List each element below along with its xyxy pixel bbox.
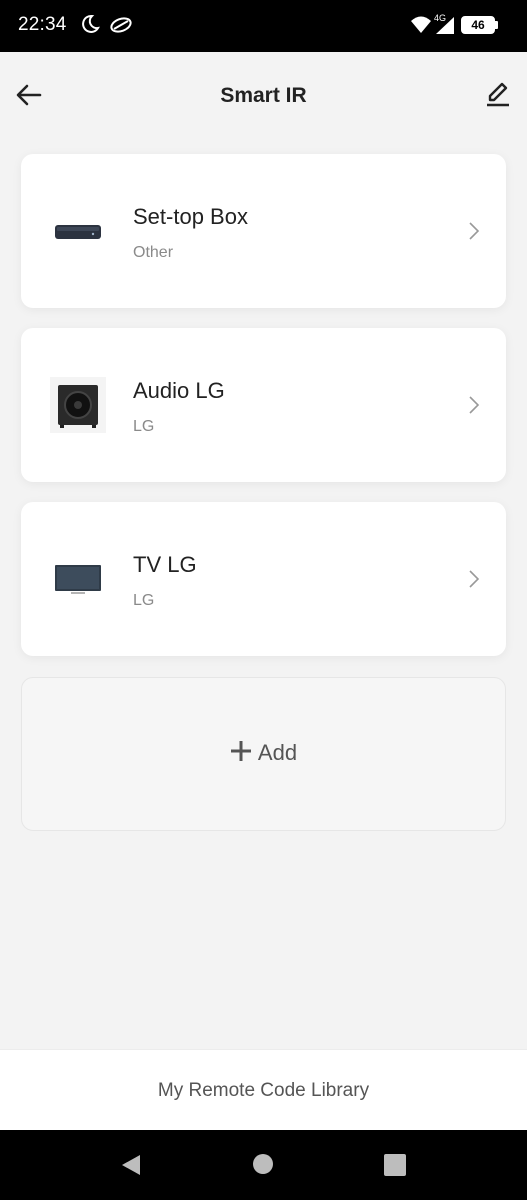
add-device-button[interactable]: Add bbox=[21, 677, 506, 831]
remote-code-library-button[interactable]: My Remote Code Library bbox=[0, 1080, 527, 1102]
device-brand: Other bbox=[133, 244, 174, 261]
tv-icon bbox=[49, 550, 107, 608]
edit-button[interactable] bbox=[482, 78, 514, 110]
device-card-audio-lg[interactable]: Audio LG LG bbox=[21, 328, 506, 482]
nav-home-icon[interactable] bbox=[253, 1154, 273, 1174]
set-top-box-icon bbox=[49, 202, 107, 260]
chevron-right-icon bbox=[467, 568, 481, 590]
status-time: 22:34 bbox=[18, 14, 67, 35]
device-card-tv-lg[interactable]: TV LG LG bbox=[21, 502, 506, 656]
moon-icon bbox=[80, 14, 100, 39]
wifi-icon bbox=[410, 15, 432, 40]
device-brand: LG bbox=[133, 418, 155, 435]
library-bar: My Remote Code Library bbox=[0, 1049, 527, 1131]
device-brand: LG bbox=[133, 592, 155, 609]
add-label: Add bbox=[257, 740, 298, 765]
device-name: Set-top Box bbox=[133, 204, 248, 229]
chevron-right-icon bbox=[467, 394, 481, 416]
system-nav-bar bbox=[0, 1130, 527, 1200]
add-content: Add bbox=[22, 740, 505, 766]
speaker-icon bbox=[49, 376, 107, 434]
plus-icon bbox=[230, 740, 252, 762]
device-card-set-top-box[interactable]: Set-top Box Other bbox=[21, 154, 506, 308]
battery-icon: 46 bbox=[461, 16, 495, 34]
app-notification-icon bbox=[110, 16, 132, 39]
device-name: TV LG bbox=[133, 552, 197, 577]
signal-icon bbox=[434, 15, 456, 40]
app-header: Smart IR bbox=[0, 52, 527, 140]
battery-tip bbox=[495, 21, 498, 29]
nav-back-icon[interactable] bbox=[120, 1154, 142, 1181]
page-title: Smart IR bbox=[220, 84, 307, 107]
device-name: Audio LG bbox=[133, 378, 225, 403]
pencil-icon bbox=[487, 82, 509, 107]
chevron-right-icon bbox=[467, 220, 481, 242]
status-bar: 22:34 4G 46 bbox=[0, 0, 527, 52]
nav-recents-icon[interactable] bbox=[384, 1154, 406, 1176]
